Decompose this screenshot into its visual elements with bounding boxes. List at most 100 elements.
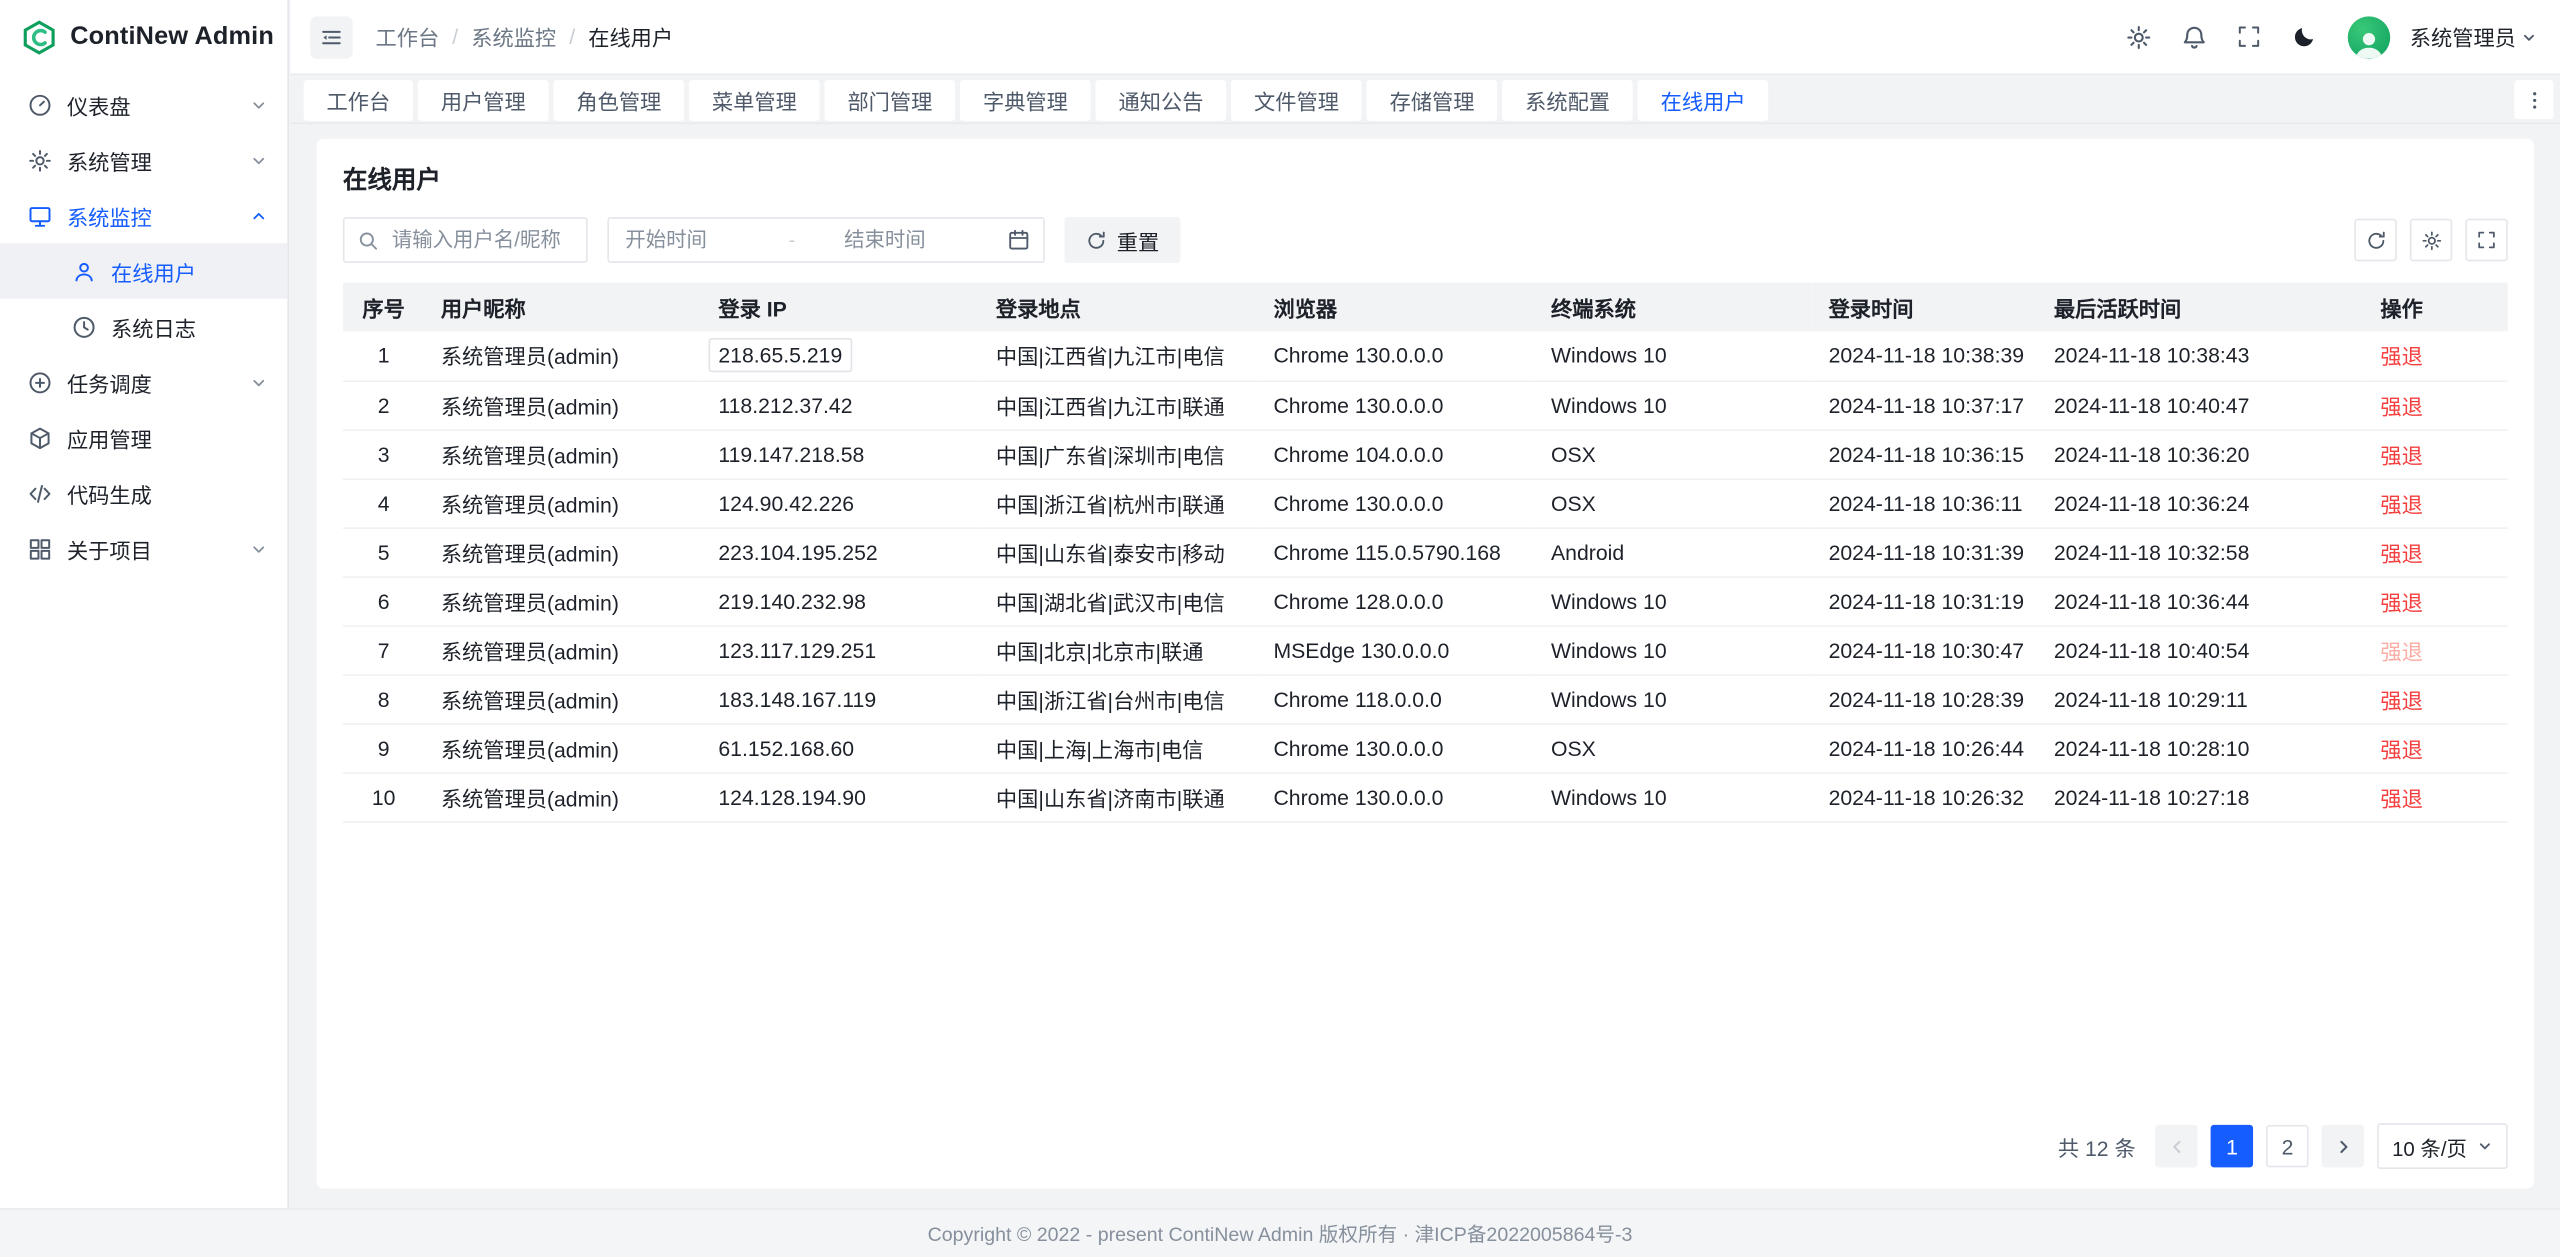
sidebar-item-system-management[interactable]: 系统管理: [0, 132, 287, 188]
index-cell: 2: [343, 380, 425, 429]
column-header-nickname: 用户昵称: [424, 282, 702, 331]
fullscreen-button[interactable]: [2227, 14, 2273, 60]
actions-cell: 强退: [2364, 380, 2508, 429]
sidebar-menu: 仪表盘 系统管理 系统监控: [0, 75, 287, 576]
sidebar-item-code-generation[interactable]: 代码生成: [0, 465, 287, 521]
location-cell: 中国|山东省|泰安市|移动: [980, 527, 1258, 576]
force-logout-link[interactable]: 强退: [2380, 345, 2422, 369]
search-input[interactable]: [389, 227, 573, 253]
notifications-button[interactable]: [2171, 14, 2217, 60]
moon-icon: [2293, 24, 2317, 48]
tab-user-management[interactable]: 用户管理: [418, 79, 549, 120]
gear-icon: [2420, 229, 2441, 250]
sidebar-item-online-user[interactable]: 在线用户: [0, 243, 287, 299]
app-root: ContiNew Admin 仪表盘 系统管理: [0, 0, 2560, 1257]
tab-dict-management[interactable]: 字典管理: [960, 79, 1091, 120]
page-size-select[interactable]: 10 条/页: [2377, 1123, 2507, 1169]
ip-cell: 124.90.42.226: [718, 491, 854, 515]
sidebar-item-dashboard[interactable]: 仪表盘: [0, 77, 287, 133]
nickname-cell: 系统管理员(admin): [424, 429, 702, 478]
header-actions: 系统管理员: [2116, 14, 2537, 60]
sidebar-item-about-project[interactable]: 关于项目: [0, 521, 287, 577]
os-cell: OSX: [1535, 478, 1813, 527]
app-logo[interactable]: ContiNew Admin: [0, 0, 287, 75]
location-cell: 中国|浙江省|台州市|电信: [980, 674, 1258, 723]
page-button-2[interactable]: 2: [2266, 1125, 2308, 1167]
table-row: 4 系统管理员(admin) 124.90.42.226 中国|浙江省|杭州市|…: [343, 478, 2508, 527]
force-logout-link[interactable]: 强退: [2380, 443, 2422, 467]
sidebar-item-app-management[interactable]: 应用管理: [0, 410, 287, 466]
browser-cell: Chrome 118.0.0.0: [1257, 674, 1535, 723]
user-menu[interactable]: 系统管理员: [2410, 21, 2537, 52]
column-header-index: 序号: [343, 282, 425, 331]
os-cell: Windows 10: [1535, 625, 1813, 674]
chevron-down-icon: [2477, 1138, 2493, 1154]
chevron-down-icon: [2521, 29, 2537, 45]
force-logout-link[interactable]: 强退: [2380, 492, 2422, 516]
force-logout-link[interactable]: 强退: [2380, 541, 2422, 565]
tab-notice[interactable]: 通知公告: [1096, 79, 1227, 120]
ip-cell: 223.104.195.252: [718, 540, 877, 564]
next-page-button[interactable]: [2322, 1125, 2364, 1167]
nickname-cell: 系统管理员(admin): [424, 674, 702, 723]
sidebar-item-task-schedule[interactable]: 任务调度: [0, 354, 287, 410]
search-box: [343, 217, 588, 263]
actions-cell: 强退: [2364, 478, 2508, 527]
grid-icon: [28, 536, 52, 560]
monitor-icon: [28, 203, 52, 227]
sidebar-item-system-log[interactable]: 系统日志: [0, 299, 287, 355]
ip-cell-wrap: 118.212.37.42: [702, 380, 980, 429]
location-cell: 中国|湖北省|武汉市|电信: [980, 576, 1258, 625]
breadcrumb-item-current: 在线用户: [588, 21, 673, 52]
location-cell: 中国|广东省|深圳市|电信: [980, 429, 1258, 478]
top-header: 工作台 / 系统监控 / 在线用户: [291, 0, 2560, 75]
tab-online-user[interactable]: 在线用户: [1638, 79, 1769, 120]
prev-page-button[interactable]: [2155, 1125, 2197, 1167]
force-logout-link[interactable]: 强退: [2380, 394, 2422, 418]
chevron-up-icon: [250, 207, 268, 225]
force-logout-link[interactable]: 强退: [2380, 590, 2422, 614]
tab-file-management[interactable]: 文件管理: [1231, 79, 1362, 120]
column-header-last-active: 最后活跃时间: [2038, 282, 2365, 331]
breadcrumb-item[interactable]: 系统监控: [471, 21, 556, 52]
sidebar-item-system-monitor[interactable]: 系统监控: [0, 188, 287, 244]
login-time-cell: 2024-11-18 10:38:39: [1812, 331, 2037, 380]
refresh-table-button[interactable]: [2354, 219, 2396, 261]
ip-cell: 218.65.5.219: [709, 338, 853, 372]
table-row: 1 系统管理员(admin) 218.65.5.219 中国|江西省|九江市|电…: [343, 331, 2508, 380]
tab-system-config[interactable]: 系统配置: [1502, 79, 1633, 120]
ip-cell-wrap: 183.148.167.119: [702, 674, 980, 723]
tab-role-management[interactable]: 角色管理: [554, 79, 685, 120]
tab-more-button[interactable]: [2514, 80, 2553, 119]
index-cell: 10: [343, 772, 425, 821]
tab-menu-management[interactable]: 菜单管理: [689, 79, 820, 120]
force-logout-link[interactable]: 强退: [2380, 639, 2422, 663]
ip-cell: 124.128.194.90: [718, 784, 866, 808]
column-settings-button[interactable]: [2410, 219, 2452, 261]
location-cell: 中国|北京|北京市|联通: [980, 625, 1258, 674]
tab-storage-management[interactable]: 存储管理: [1367, 79, 1498, 120]
start-time-input[interactable]: [622, 227, 782, 253]
expand-table-button[interactable]: [2465, 219, 2507, 261]
tab-dept-management[interactable]: 部门管理: [825, 79, 956, 120]
force-logout-link[interactable]: 强退: [2380, 737, 2422, 761]
column-header-login-time: 登录时间: [1812, 282, 2037, 331]
dark-mode-button[interactable]: [2282, 14, 2328, 60]
page-footer: Copyright © 2022 - present ContiNew Admi…: [0, 1208, 2560, 1257]
table-row: 9 系统管理员(admin) 61.152.168.60 中国|上海|上海市|电…: [343, 723, 2508, 772]
force-logout-link[interactable]: 强退: [2380, 688, 2422, 712]
tab-workbench[interactable]: 工作台: [304, 79, 413, 120]
end-time-input[interactable]: [802, 227, 1001, 253]
force-logout-link[interactable]: 强退: [2380, 786, 2422, 810]
login-time-cell: 2024-11-18 10:26:32: [1812, 772, 2037, 821]
os-cell: Windows 10: [1535, 380, 1813, 429]
breadcrumb-item[interactable]: 工作台: [376, 21, 440, 52]
settings-button[interactable]: [2116, 14, 2162, 60]
sidebar-collapse-button[interactable]: [310, 16, 352, 58]
user-avatar[interactable]: [2348, 16, 2390, 58]
copyright-text: Copyright © 2022 - present ContiNew Admi…: [928, 1220, 1633, 1248]
browser-cell: Chrome 128.0.0.0: [1257, 576, 1535, 625]
page-button-1[interactable]: 1: [2211, 1125, 2253, 1167]
reset-button[interactable]: 重置: [1064, 217, 1180, 263]
login-time-cell: 2024-11-18 10:36:11: [1812, 478, 2037, 527]
